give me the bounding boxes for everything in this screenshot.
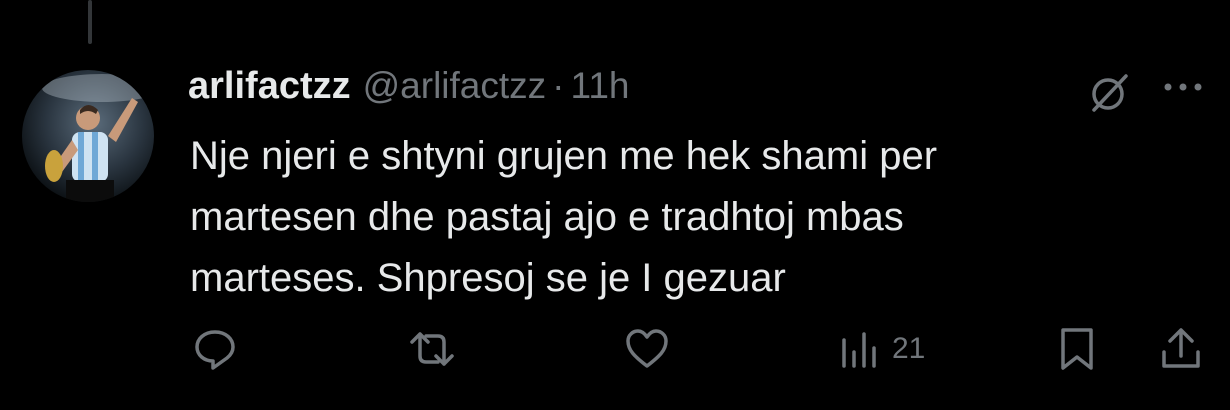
views-button[interactable]: 21	[836, 326, 925, 372]
views-icon	[842, 332, 876, 368]
retweet-icon	[410, 332, 454, 366]
reply-button[interactable]	[192, 326, 238, 372]
views-count: 21	[892, 332, 926, 365]
avatar-image	[42, 74, 154, 202]
more-icon[interactable]	[1160, 76, 1206, 98]
like-icon	[626, 329, 668, 368]
avatar[interactable]	[22, 70, 154, 202]
author-name[interactable]: arlifactzz	[188, 65, 351, 108]
tweet-text: Nje njeri e shtyni grujen me hek shami p…	[190, 134, 938, 300]
retweet-button[interactable]	[408, 326, 456, 372]
thread-connector-line	[88, 0, 92, 44]
reply-icon	[195, 330, 235, 370]
tweet-time[interactable]: 11h	[571, 65, 630, 107]
author-handle[interactable]: @arlifactzz	[363, 65, 547, 107]
share-icon	[1162, 328, 1200, 368]
like-button[interactable]	[624, 326, 670, 372]
separator-dot: ·	[552, 65, 565, 106]
action-bar: 21	[0, 326, 1230, 376]
share-button[interactable]	[1158, 326, 1204, 372]
bookmark-icon	[1061, 328, 1093, 370]
bookmark-button[interactable]	[1054, 326, 1100, 372]
grok-icon[interactable]	[1086, 70, 1132, 116]
tweet-header: arlifactzz @arlifactzz · 11h	[188, 60, 630, 112]
